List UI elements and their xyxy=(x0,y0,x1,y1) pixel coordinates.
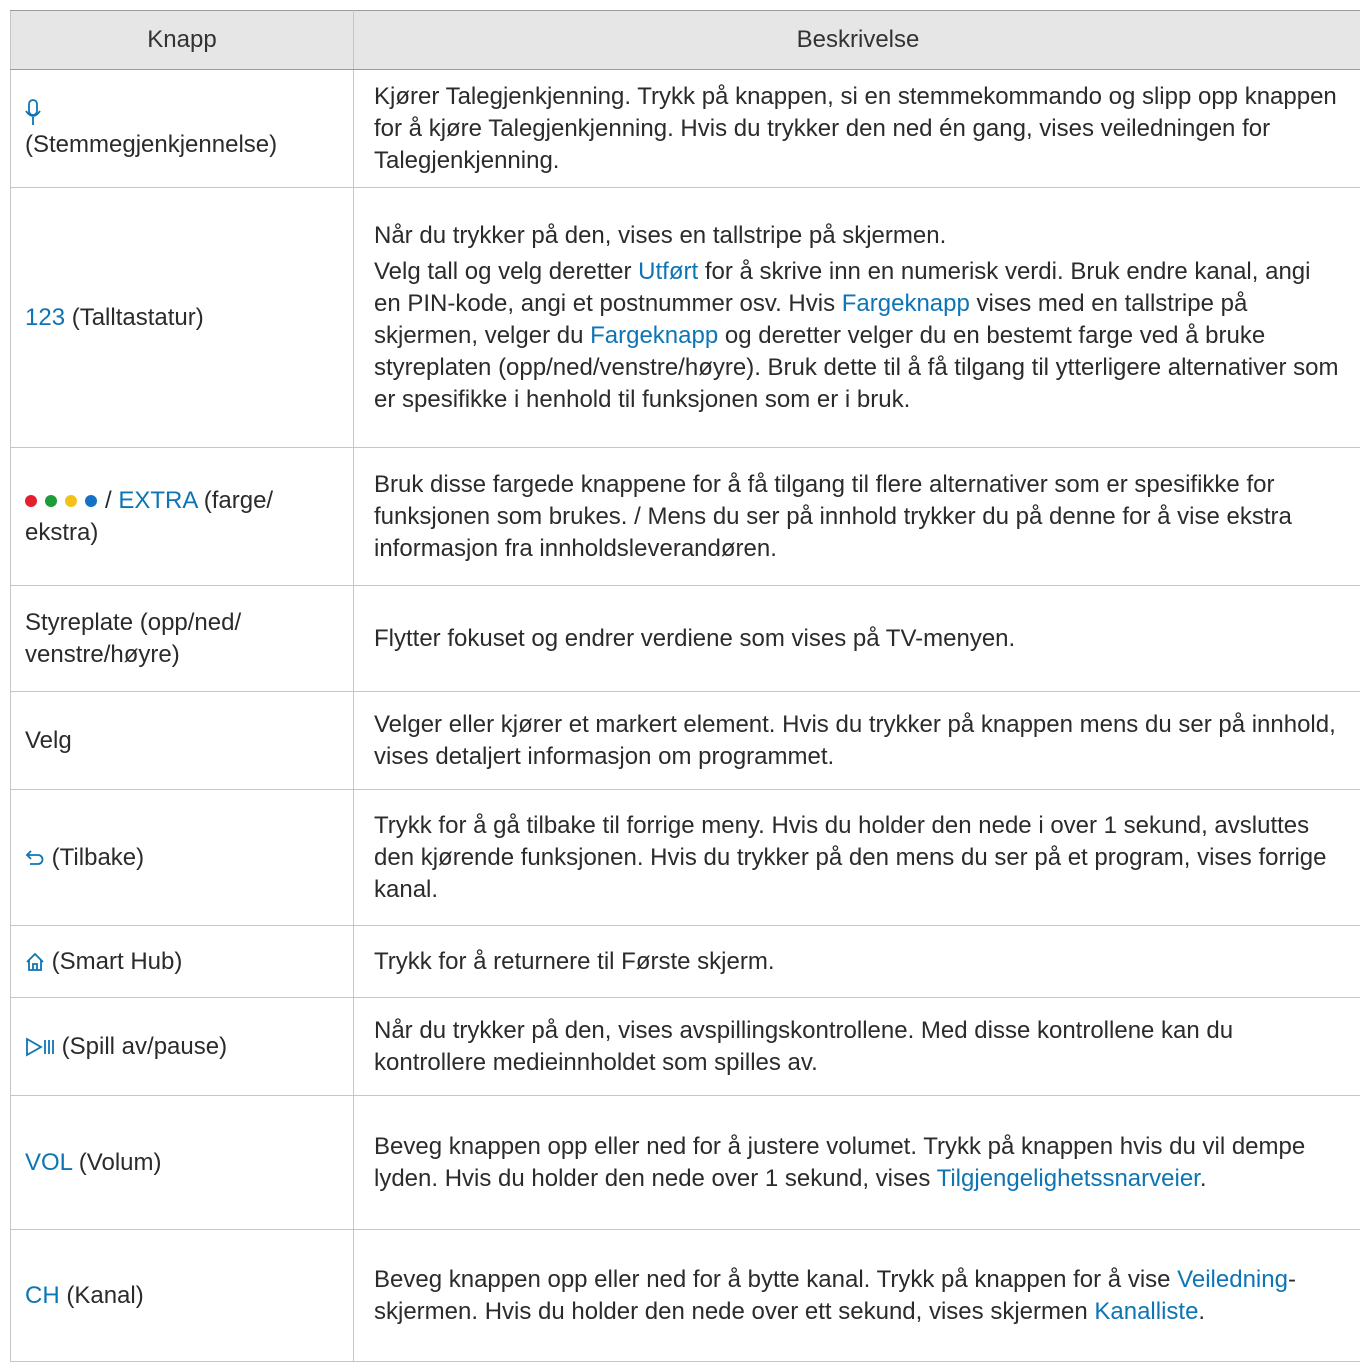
table-row-play: (Spill av/pause) Når du trykker på den, … xyxy=(11,998,1360,1096)
desc-home: Trykk for å returnere til Første skjerm. xyxy=(354,926,1360,998)
term-kanalliste: Kanalliste xyxy=(1094,1298,1198,1325)
table-row-voice: (Stemmegjenkjennelse) Kjører Talegjenkje… xyxy=(11,70,1360,188)
term-fargeknapp-2: Fargeknapp xyxy=(590,322,718,349)
blue-dot-icon xyxy=(85,495,97,507)
button-cell-color: / EXTRA (farge/ ekstra) xyxy=(11,448,354,586)
desc-play: Når du trykker på den, vises avspillings… xyxy=(354,998,1360,1096)
key-123: 123 xyxy=(25,304,65,331)
term-tilgjengelighetssnarveier: Tilgjengelighetssnarveier xyxy=(937,1165,1200,1192)
term-veiledning: Veiledning xyxy=(1177,1266,1288,1293)
label-vol: (Volum) xyxy=(72,1149,161,1176)
key-ch: CH xyxy=(25,1282,60,1309)
back-arrow-icon xyxy=(25,848,45,868)
label-pad: Styreplate (opp/ned/ venstre/høyre) xyxy=(11,586,354,692)
desc-pad: Flytter fokuset og endrer verdiene som v… xyxy=(354,586,1360,692)
label-home: (Smart Hub) xyxy=(45,948,182,975)
desc-vol: Beveg knappen opp eller ned for å juster… xyxy=(354,1096,1360,1230)
yellow-dot-icon xyxy=(65,495,77,507)
desc-numpad: Når du trykker på den, vises en tallstri… xyxy=(354,188,1360,448)
green-dot-icon xyxy=(45,495,57,507)
label-play: (Spill av/pause) xyxy=(55,1033,227,1060)
key-extra: EXTRA xyxy=(118,487,197,514)
table-header-row: Knapp Beskrivelse xyxy=(11,11,1360,70)
label-numpad: (Talltastatur) xyxy=(65,304,204,331)
button-cell-numpad: 123 (Talltastatur) xyxy=(11,188,354,448)
button-cell-home: (Smart Hub) xyxy=(11,926,354,998)
table-row-vol: VOL (Volum) Beveg knappen opp eller ned … xyxy=(11,1096,1360,1230)
button-cell-voice: (Stemmegjenkjennelse) xyxy=(11,70,354,188)
button-cell-back: (Tilbake) xyxy=(11,790,354,926)
table-row-color: / EXTRA (farge/ ekstra) Bruk disse farge… xyxy=(11,448,1360,586)
term-utfort: Utført xyxy=(638,258,698,285)
header-knapp: Knapp xyxy=(11,11,354,70)
button-cell-ch: CH (Kanal) xyxy=(11,1230,354,1362)
table-row-pad: Styreplate (opp/ned/ venstre/høyre) Flyt… xyxy=(11,586,1360,692)
table-row-select: Velg Velger eller kjører et markert elem… xyxy=(11,692,1360,790)
desc-back: Trykk for å gå tilbake til forrige meny.… xyxy=(354,790,1360,926)
button-cell-play: (Spill av/pause) xyxy=(11,998,354,1096)
key-vol: VOL xyxy=(25,1149,72,1176)
label-select: Velg xyxy=(11,692,354,790)
header-beskrivelse: Beskrivelse xyxy=(354,11,1360,70)
label-voice: (Stemmegjenkjennelse) xyxy=(25,129,339,161)
red-dot-icon xyxy=(25,495,37,507)
desc-color: Bruk disse fargede knappene for å få til… xyxy=(354,448,1360,586)
table-row-home: (Smart Hub) Trykk for å returnere til Fø… xyxy=(11,926,1360,998)
table-row-numpad: 123 (Talltastatur) Når du trykker på den… xyxy=(11,188,1360,448)
term-fargeknapp: Fargeknapp xyxy=(842,290,970,317)
desc-ch: Beveg knappen opp eller ned for å bytte … xyxy=(354,1230,1360,1362)
desc-select: Velger eller kjører et markert element. … xyxy=(354,692,1360,790)
home-icon xyxy=(25,952,45,972)
table-row-ch: CH (Kanal) Beveg knappen opp eller ned f… xyxy=(11,1230,1360,1362)
button-cell-vol: VOL (Volum) xyxy=(11,1096,354,1230)
microphone-icon xyxy=(25,99,41,127)
label-ch: (Kanal) xyxy=(60,1282,144,1309)
remote-buttons-table: Knapp Beskrivelse (Stemmegjenkjennelse) … xyxy=(10,10,1360,1362)
table-row-back: (Tilbake) Trykk for å gå tilbake til for… xyxy=(11,790,1360,926)
desc-voice: Kjører Talegjenkjenning. Trykk på knappe… xyxy=(354,70,1360,188)
label-back: (Tilbake) xyxy=(45,844,144,871)
play-pause-icon xyxy=(25,1037,55,1057)
